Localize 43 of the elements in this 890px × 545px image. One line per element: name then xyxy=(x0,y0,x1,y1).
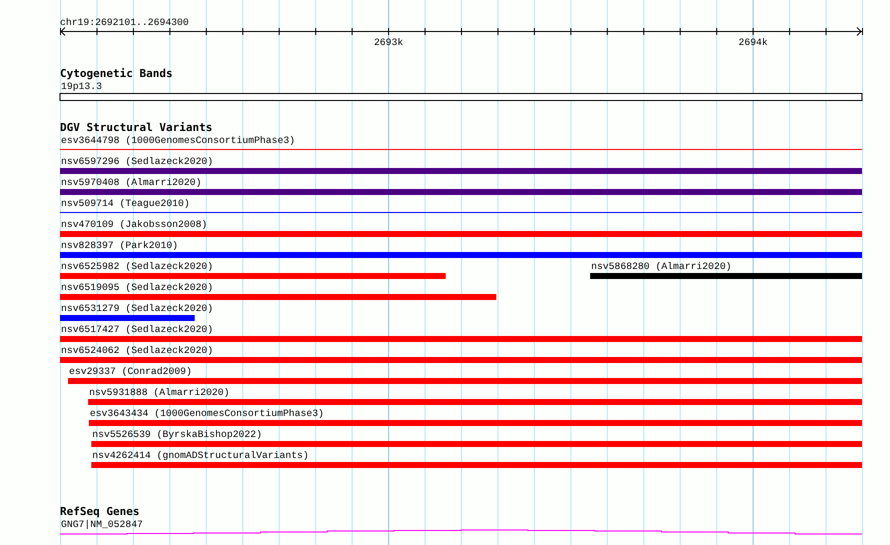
variant-label: nsv6519095 (Sedlazeck2020) xyxy=(61,282,214,293)
variant-bar[interactable] xyxy=(60,315,195,321)
gene-label: GNG7|NM_052847 xyxy=(61,519,143,530)
variant-label: nsv6531279 (Sedlazeck2020) xyxy=(61,303,214,314)
variant-label: nsv5526539 (ByrskaBishop2022) xyxy=(92,429,262,440)
variant-bar[interactable] xyxy=(68,378,862,384)
variant-label: nsv4262414 (gnomADStructuralVariants) xyxy=(92,450,309,461)
variant-bar[interactable] xyxy=(60,189,862,195)
variant-label: nsv509714 (Teague2010) xyxy=(61,198,190,209)
variant-label: esv29337 (Conrad2009) xyxy=(69,366,192,377)
variant-bar[interactable] xyxy=(60,357,862,363)
variant-bar[interactable] xyxy=(88,399,862,405)
variant-label: nsv6524062 (Sedlazeck2020) xyxy=(61,345,214,356)
variant-bar[interactable] xyxy=(88,420,862,426)
tick-label: 2693k xyxy=(374,37,404,48)
variant-bar[interactable] xyxy=(60,231,862,237)
location-label: chr19:2692101..2694300 xyxy=(60,17,189,28)
variant-bar[interactable] xyxy=(91,462,862,468)
variant-bar[interactable] xyxy=(590,273,862,279)
track-title: Cytogenetic Bands xyxy=(60,67,173,80)
variant-line[interactable] xyxy=(60,212,862,213)
variant-bar[interactable] xyxy=(60,168,862,174)
variant-label: nsv828397 (Park2010) xyxy=(61,240,178,251)
variant-bar[interactable] xyxy=(60,252,862,258)
variant-label: esv3643434 (1000GenomesConsortiumPhase3) xyxy=(90,408,324,419)
variant-bar[interactable] xyxy=(60,336,862,342)
variant-line[interactable] xyxy=(60,149,862,150)
variant-label: nsv6525982 (Sedlazeck2020) xyxy=(61,261,214,272)
track-title: RefSeq Genes xyxy=(60,505,140,518)
variant-label: nsv5931888 (Almarri2020) xyxy=(89,387,230,398)
variant-label: nsv470109 (Jakobsson2008) xyxy=(61,219,208,230)
track-title: DGV Structural Variants xyxy=(60,121,212,134)
variant-label: esv3644798 (1000GenomesConsortiumPhase3) xyxy=(61,135,296,146)
variant-label: nsv5868280 (Almarri2020) xyxy=(591,261,732,272)
gene-line[interactable] xyxy=(60,530,862,534)
variant-bar[interactable] xyxy=(60,273,446,279)
variant-label: nsv6597296 (Sedlazeck2020) xyxy=(61,156,214,167)
band-label: 19p13.3 xyxy=(61,81,102,92)
variant-bar[interactable] xyxy=(60,294,496,300)
variant-bar[interactable] xyxy=(91,441,862,447)
variant-label: nsv6517427 (Sedlazeck2020) xyxy=(61,324,214,335)
variant-label: nsv5970408 (Almarri2020) xyxy=(61,177,202,188)
tick-label: 2694k xyxy=(738,37,768,48)
